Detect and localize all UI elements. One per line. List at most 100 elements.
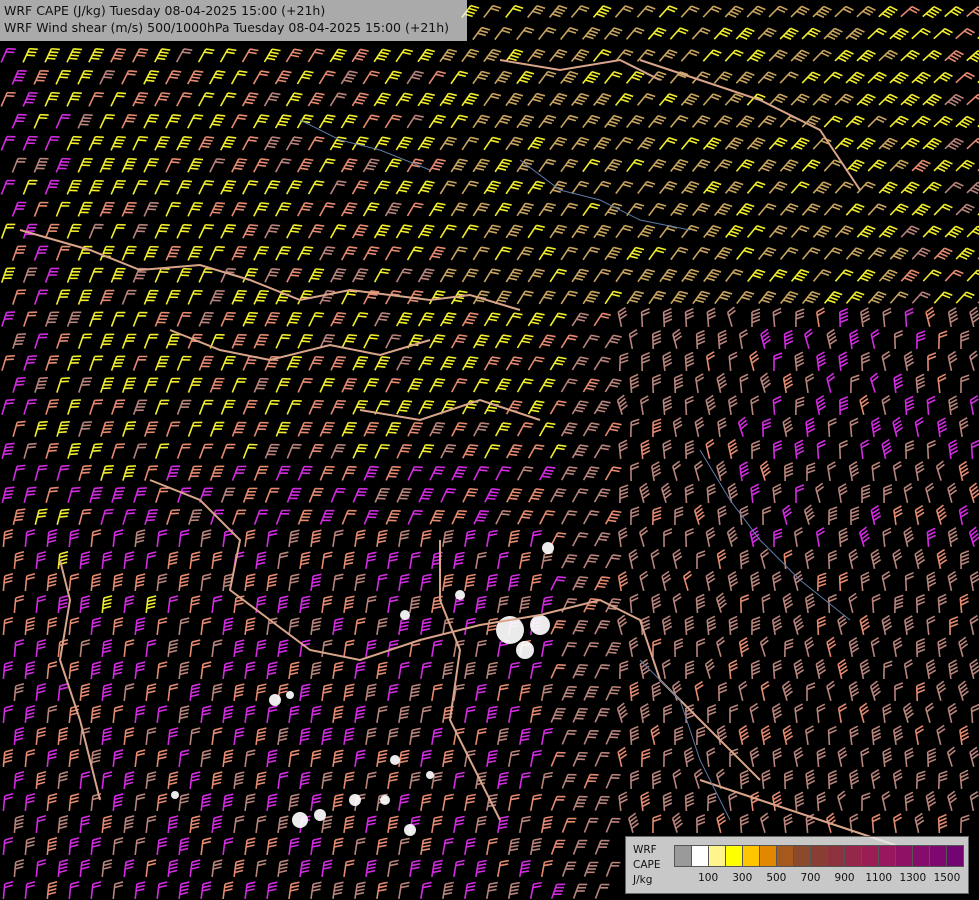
wind-barb (431, 859, 443, 878)
wind-barb (674, 638, 684, 658)
wind-barb (955, 71, 975, 84)
wind-barb (728, 615, 739, 636)
wind-barb (663, 704, 673, 724)
wind-barb (231, 333, 247, 349)
wind-barb (233, 815, 245, 834)
wind-barb (626, 246, 645, 261)
wind-barb (176, 399, 192, 415)
wind-barb (253, 465, 269, 481)
wind-barb (572, 663, 588, 679)
wind-barb (112, 749, 124, 768)
wind-barb (922, 225, 942, 238)
wind-barb (231, 421, 247, 437)
wind-barb (790, 137, 810, 150)
wind-barb (439, 268, 457, 283)
wind-barb (582, 378, 600, 393)
wind-barb (705, 394, 717, 415)
wind-barb (398, 661, 410, 680)
wind-barb (518, 595, 531, 614)
wind-barb (856, 93, 876, 107)
wind-barb (540, 859, 554, 878)
wind-barb (695, 593, 706, 614)
wind-barb (33, 201, 49, 217)
wind-barb (154, 443, 170, 459)
wind-barb (592, 5, 612, 18)
wind-barb (123, 771, 135, 790)
wind-barb (24, 881, 36, 900)
wind-barb (78, 464, 92, 481)
wind-barb (297, 421, 313, 437)
wind-barb (67, 443, 81, 459)
wind-barb (253, 333, 269, 349)
wind-barb (178, 881, 190, 900)
wind-barb (505, 180, 523, 195)
wind-barb (549, 268, 567, 283)
wind-barb (35, 551, 47, 570)
wind-barb (915, 682, 926, 702)
wind-barb (166, 509, 181, 525)
wind-barb (925, 659, 937, 680)
wind-barb (801, 159, 821, 172)
wind-barb (2, 528, 14, 548)
wind-barb (834, 137, 854, 150)
wind-barb (297, 246, 314, 261)
wind-barb (746, 137, 766, 150)
wind-barb (707, 704, 717, 724)
wind-barb (297, 333, 313, 349)
wind-barb (812, 5, 832, 19)
wind-barb (56, 464, 70, 481)
wind-barb (702, 49, 722, 62)
wind-barb (33, 69, 49, 85)
wind-barb (790, 49, 810, 62)
wind-barb (805, 417, 816, 438)
wind-barb (571, 136, 590, 151)
wind-barb (812, 269, 832, 282)
wind-barb (374, 356, 391, 371)
wind-barb (870, 636, 880, 658)
wind-barb (904, 307, 914, 328)
wind-barb (903, 482, 913, 504)
wind-barb (99, 201, 115, 217)
wind-barb (35, 859, 47, 878)
wind-barb (165, 201, 181, 217)
wind-barb (187, 465, 203, 481)
wind-barb (385, 465, 401, 481)
wind-barb (110, 135, 126, 151)
wind-barb (966, 50, 979, 63)
wind-barb (916, 330, 926, 350)
wind-barb (167, 771, 179, 790)
wind-barb (904, 395, 915, 416)
wind-barb (77, 113, 93, 129)
wind-barb (517, 466, 534, 481)
wind-barb (428, 70, 446, 85)
wind-barb (826, 372, 836, 393)
wind-barb (266, 661, 278, 680)
legend-swatch (794, 846, 811, 866)
wind-barb (264, 268, 281, 283)
wind-barb (714, 246, 733, 261)
wind-barb (233, 727, 245, 746)
wind-barb (593, 268, 611, 283)
wind-barb (757, 71, 777, 84)
wind-barb (870, 417, 882, 438)
wind-barb (450, 70, 469, 85)
wind-barb (365, 815, 377, 834)
wind-barb (507, 529, 520, 548)
wind-barb (472, 70, 491, 85)
wind-barb (373, 48, 391, 63)
wind-barb (46, 573, 58, 592)
legend-tick: 100 (698, 872, 719, 884)
wind-barb (713, 27, 733, 40)
wind-barb (629, 373, 640, 394)
wind-barb (604, 378, 622, 393)
wind-barb (35, 683, 47, 702)
wind-barb (969, 571, 979, 592)
wind-barb (485, 749, 498, 768)
wind-barb (960, 374, 970, 394)
wind-barb (464, 793, 476, 812)
wind-barb (200, 881, 212, 900)
wind-barb (845, 71, 865, 85)
wind-barb (516, 290, 534, 305)
wind-barb (231, 465, 247, 481)
wind-barb (121, 201, 137, 217)
